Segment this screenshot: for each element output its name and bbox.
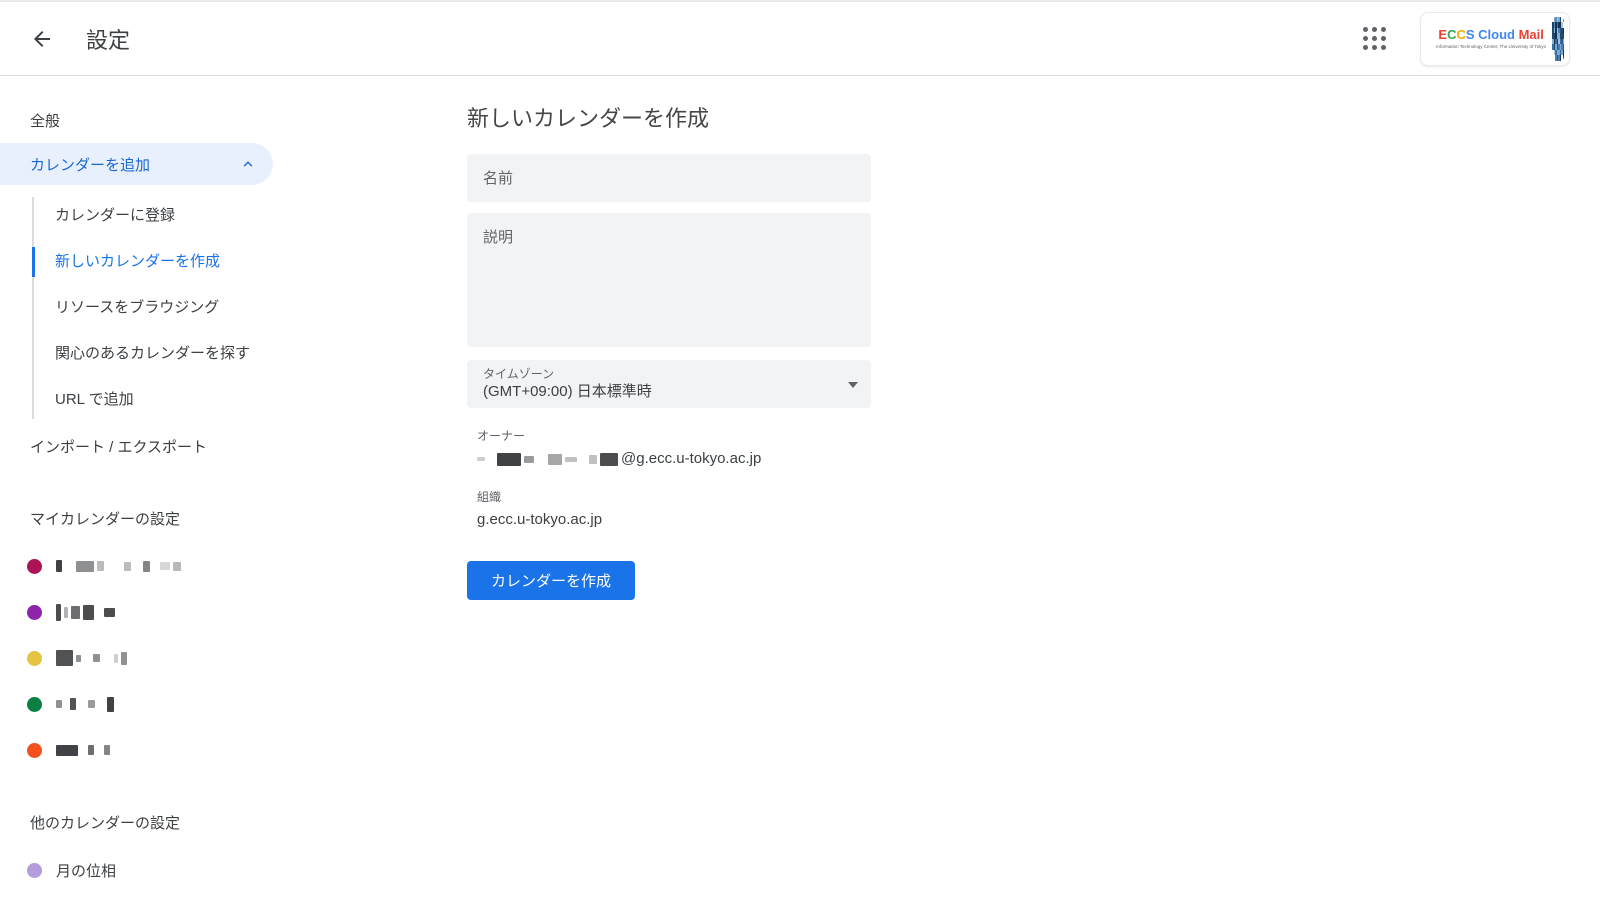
calendar-color-dot [27,559,42,574]
calendar-redacted-name [56,745,113,756]
my-calendars-list [0,543,440,773]
arrow-left-icon [30,27,54,51]
timezone-label: タイムゾーン [483,367,855,381]
other-calendars-list: 月の位相 [0,847,440,893]
calendar-color-dot [27,697,42,712]
chevron-up-icon [241,157,255,171]
my-calendar-row-1[interactable] [0,589,440,635]
create-calendar-button[interactable]: カレンダーを作成 [467,561,635,600]
settings-sidebar: 全般 カレンダーを追加 カレンダーに登録新しいカレンダーを作成リソースをブラウジ… [0,76,440,893]
sidebar-item-add-calendar[interactable]: カレンダーを追加 [0,143,273,185]
my-calendar-row-4[interactable] [0,727,440,773]
calendar-name-input[interactable] [467,154,871,202]
google-apps-button[interactable] [1354,19,1394,59]
header: 設定 ECCS Cloud Mail Information Technolog… [0,0,1600,76]
eccs-logo: ECCS Cloud Mail Information Technology C… [1430,27,1552,50]
apps-grid-icon [1363,27,1386,50]
logo-letter: S [1466,27,1475,42]
calendar-color-dot [27,651,42,666]
eccs-logo-subtitle: Information Technology Center, The Unive… [1436,44,1546,49]
my-calendars-header: マイカレンダーの設定 [0,497,440,543]
calendar-redacted-name [56,650,130,666]
submenu-item-3[interactable]: 関心のあるカレンダーを探す [0,331,290,377]
calendar-color-dot [27,605,42,620]
logo-letter: E [1438,27,1447,42]
calendar-redacted-name [56,697,117,712]
form-title: 新しいカレンダーを作成 [467,101,871,133]
submenu-item-1[interactable]: 新しいカレンダーを作成 [0,239,290,285]
owner-label: オーナー [477,428,871,444]
other-calendars-header: 他のカレンダーの設定 [0,801,440,847]
my-calendar-row-0[interactable] [0,543,440,589]
sidebar-item-general[interactable]: 全般 [0,101,440,143]
account-logo-card[interactable]: ECCS Cloud Mail Information Technology C… [1420,12,1570,66]
eccs-logo-title: ECCS Cloud Mail [1430,27,1552,42]
organization-value: g.ecc.u-tokyo.ac.jp [477,508,871,532]
calendar-description-input[interactable] [467,213,871,347]
calendar-color-dot [27,863,42,878]
logo-letter: Cloud [1475,27,1515,42]
my-calendar-row-3[interactable] [0,681,440,727]
back-button[interactable] [22,19,62,59]
dropdown-caret-icon [848,382,858,388]
calendar-color-dot [27,743,42,758]
logo-letter: Mail [1515,27,1544,42]
calendar-redacted-name [56,604,118,621]
organization-block: 組織 g.ecc.u-tokyo.ac.jp [477,489,871,532]
timezone-select[interactable]: タイムゾーン (GMT+09:00) 日本標準時 [467,360,871,408]
timezone-value: (GMT+09:00) 日本標準時 [483,381,855,403]
avatar[interactable] [1552,17,1564,61]
logo-letter: C [1456,27,1465,42]
add-calendar-label: カレンダーを追加 [30,154,150,175]
submenu-item-0[interactable]: カレンダーに登録 [0,193,290,239]
calendar-label: 月の位相 [56,860,116,881]
owner-domain: @g.ecc.u-tokyo.ac.jp [621,447,761,471]
page-title: 設定 [86,23,130,55]
submenu-item-2[interactable]: リソースをブラウジング [0,285,290,331]
owner-redacted-name [477,453,621,466]
submenu-item-4[interactable]: URL で追加 [0,377,290,423]
calendar-redacted-name [56,560,184,572]
sidebar-item-import-export[interactable]: インポート / エクスポート [0,425,440,471]
add-calendar-submenu: カレンダーに登録新しいカレンダーを作成リソースをブラウジング関心のあるカレンダー… [0,193,440,423]
organization-label: 組織 [477,489,871,505]
my-calendar-row-2[interactable] [0,635,440,681]
owner-block: オーナー @g.ecc.u-tokyo.ac.jp [477,428,871,471]
create-calendar-panel: 新しいカレンダーを作成 タイムゾーン (GMT+09:00) 日本標準時 オーナ… [440,76,871,893]
other-calendar-row-0[interactable]: 月の位相 [0,847,440,893]
